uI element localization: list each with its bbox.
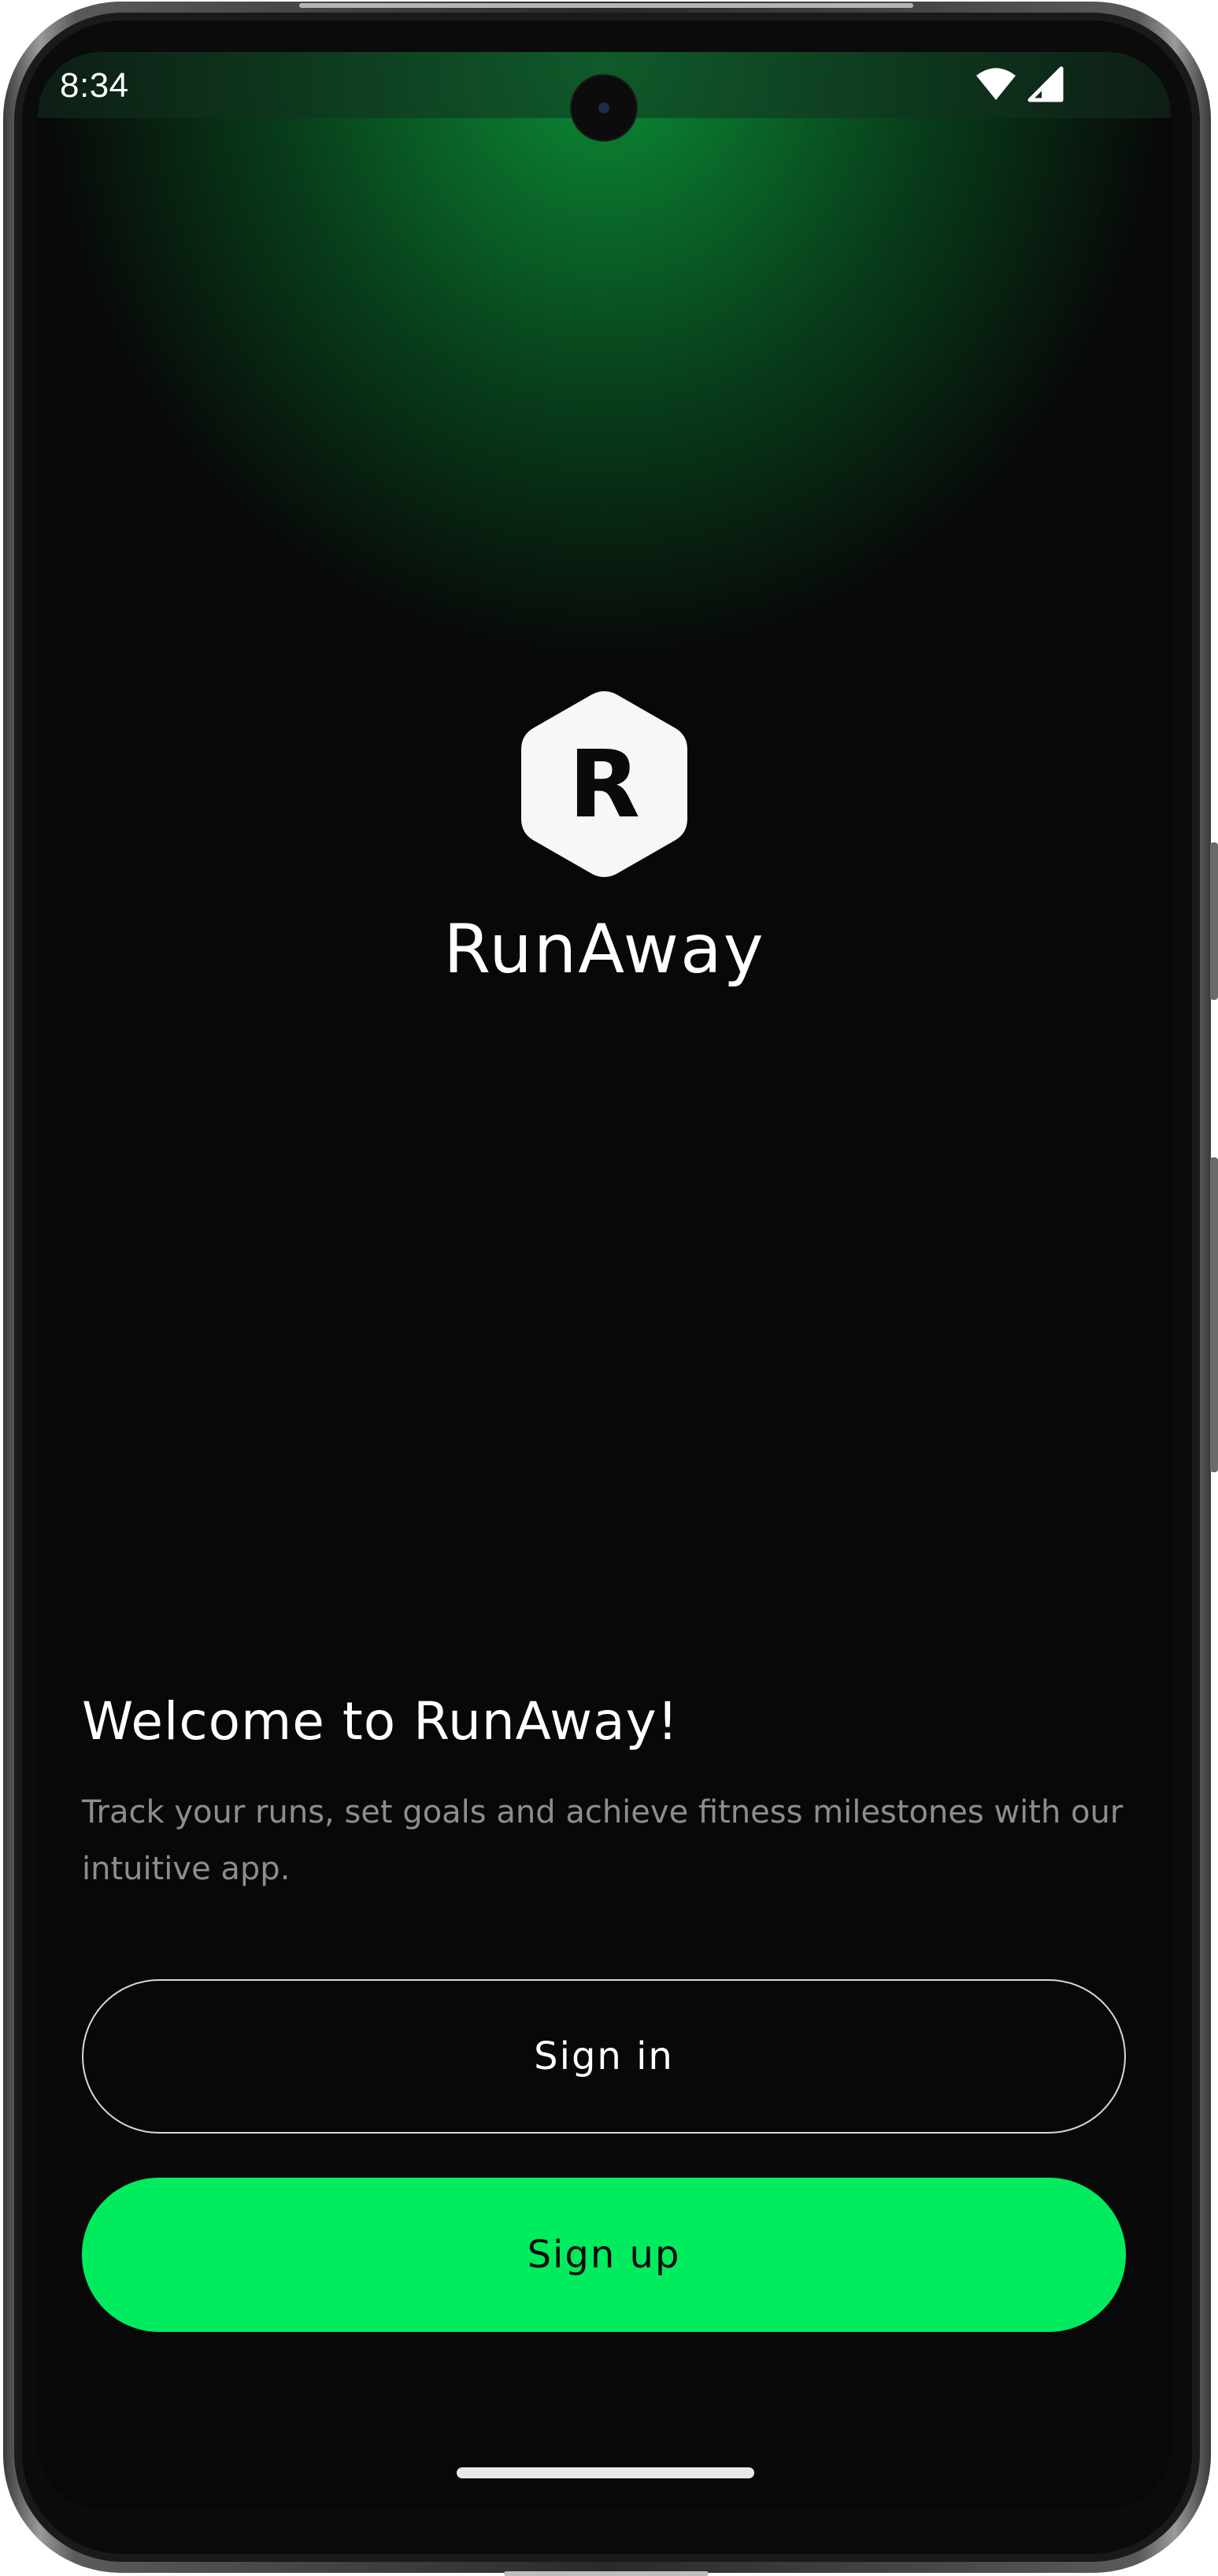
status-icons	[976, 66, 1064, 105]
home-indicator[interactable]	[457, 2467, 754, 2478]
power-button	[1210, 1157, 1218, 1472]
app-logo: R	[520, 690, 689, 879]
sign-up-button[interactable]: Sign up	[82, 2178, 1126, 2332]
logo-letter: R	[568, 730, 640, 838]
app-title: RunAway	[443, 910, 765, 989]
welcome-description: Track your runs, set goals and achieve f…	[82, 1794, 1124, 1887]
sign-in-button[interactable]: Sign in	[82, 1979, 1126, 2134]
frame-top-edge	[299, 3, 913, 8]
volume-button	[1210, 842, 1218, 1000]
wifi-icon	[976, 67, 1016, 105]
screen: 8:34 R RunAway Welcome to RunAway! Track…	[38, 52, 1171, 2508]
front-camera	[572, 76, 636, 140]
frame-bottom-edge	[504, 2571, 709, 2576]
status-time: 8:34	[60, 66, 129, 105]
cellular-signal-icon	[1027, 66, 1064, 105]
welcome-heading: Welcome to RunAway!	[82, 1691, 679, 1752]
phone-device: 8:34 R RunAway Welcome to RunAway! Track…	[0, 0, 1218, 2576]
